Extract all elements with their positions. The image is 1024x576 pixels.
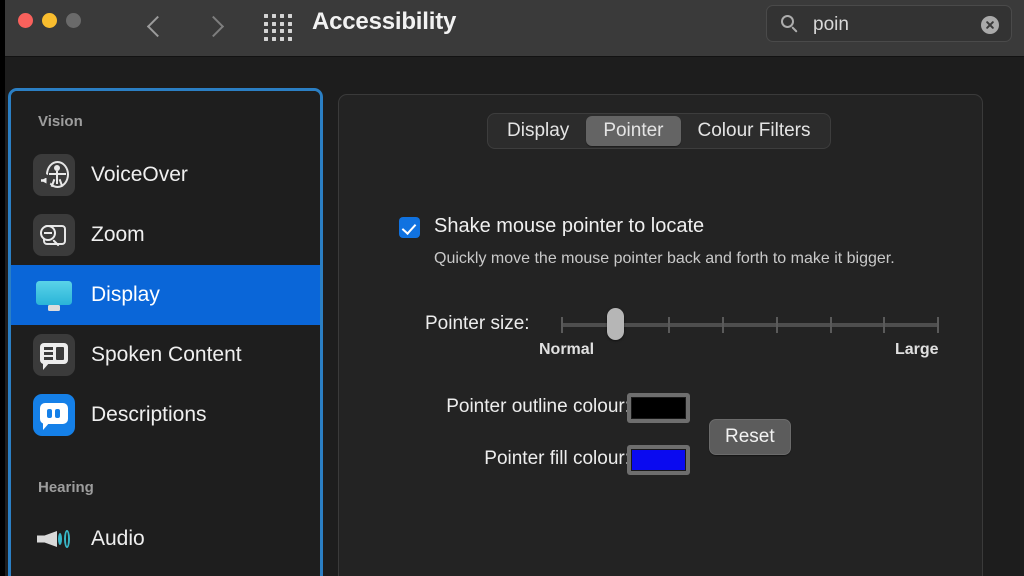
forward-chevron-icon[interactable] (198, 6, 232, 48)
back-chevron-icon[interactable] (140, 6, 174, 48)
sidebar-item-label: Display (91, 283, 160, 306)
search-icon (781, 15, 798, 33)
window-body: Vision VoiceOver Zoom Display Spoken Con… (0, 58, 1024, 576)
sidebar-item-spoken-content[interactable]: Spoken Content (11, 325, 320, 385)
sidebar: Vision VoiceOver Zoom Display Spoken Con… (8, 88, 323, 576)
minimize-button[interactable] (42, 13, 57, 28)
tab-display[interactable]: Display (490, 116, 586, 146)
voiceover-icon (33, 154, 75, 196)
shake-pointer-checkbox-row[interactable]: Shake mouse pointer to locate (399, 215, 704, 238)
sidebar-group-hearing-header: Hearing (38, 479, 94, 496)
tab-bar: Display Pointer Colour Filters (487, 113, 831, 149)
sidebar-item-label: Descriptions (91, 403, 207, 426)
sidebar-item-descriptions[interactable]: Descriptions (11, 385, 320, 445)
window-toolbar: Accessibility poin (0, 0, 1024, 57)
pointer-size-max-label: Large (895, 341, 939, 358)
pointer-fill-colour-well[interactable] (627, 445, 690, 475)
reset-button[interactable]: Reset (709, 419, 791, 455)
sidebar-item-label: Spoken Content (91, 343, 242, 366)
pointer-fill-colour-label: Pointer fill colour: (484, 448, 630, 469)
audio-icon (33, 518, 75, 560)
pointer-outline-colour-label: Pointer outline colour: (446, 396, 630, 417)
show-all-grid-icon[interactable] (264, 14, 294, 42)
pointer-fill-swatch (631, 449, 686, 471)
sidebar-group-vision-header: Vision (38, 113, 83, 130)
close-button[interactable] (18, 13, 33, 28)
page-title: Accessibility (312, 8, 457, 35)
window-left-edge (0, 0, 5, 576)
zoom-button[interactable] (66, 13, 81, 28)
search-input-value[interactable]: poin (813, 14, 849, 36)
sidebar-item-voiceover[interactable]: VoiceOver (11, 145, 320, 205)
zoom-icon (33, 214, 75, 256)
sidebar-item-label: Zoom (91, 223, 145, 246)
shake-pointer-label: Shake mouse pointer to locate (434, 215, 705, 237)
accessibility-window: Accessibility poin Vision VoiceOver Zoom… (0, 0, 1024, 576)
pointer-outline-swatch (631, 397, 686, 419)
shake-pointer-checkbox[interactable] (399, 217, 420, 238)
pointer-size-min-label: Normal (539, 341, 595, 358)
settings-panel: Display Pointer Colour Filters Shake mou… (338, 94, 983, 576)
pointer-size-label: Pointer size: (425, 313, 530, 334)
pointer-outline-colour-well[interactable] (627, 393, 690, 423)
tab-colour-filters[interactable]: Colour Filters (681, 116, 828, 146)
pointer-size-slider-thumb[interactable] (606, 308, 624, 340)
search-field[interactable]: poin (766, 5, 1012, 42)
sidebar-item-display[interactable]: Display (11, 265, 320, 325)
clear-icon[interactable] (981, 16, 999, 34)
display-icon (33, 274, 75, 316)
sidebar-item-label: VoiceOver (91, 163, 188, 186)
sidebar-item-label: Audio (91, 527, 145, 550)
navigation-arrows (140, 6, 232, 48)
tab-pointer[interactable]: Pointer (586, 116, 681, 146)
traffic-light-controls (18, 13, 81, 28)
spoken-content-icon (33, 334, 75, 376)
descriptions-icon (33, 394, 75, 436)
sidebar-item-zoom[interactable]: Zoom (11, 205, 320, 265)
shake-pointer-description: Quickly move the mouse pointer back and … (434, 250, 895, 267)
sidebar-item-audio[interactable]: Audio (11, 509, 320, 569)
